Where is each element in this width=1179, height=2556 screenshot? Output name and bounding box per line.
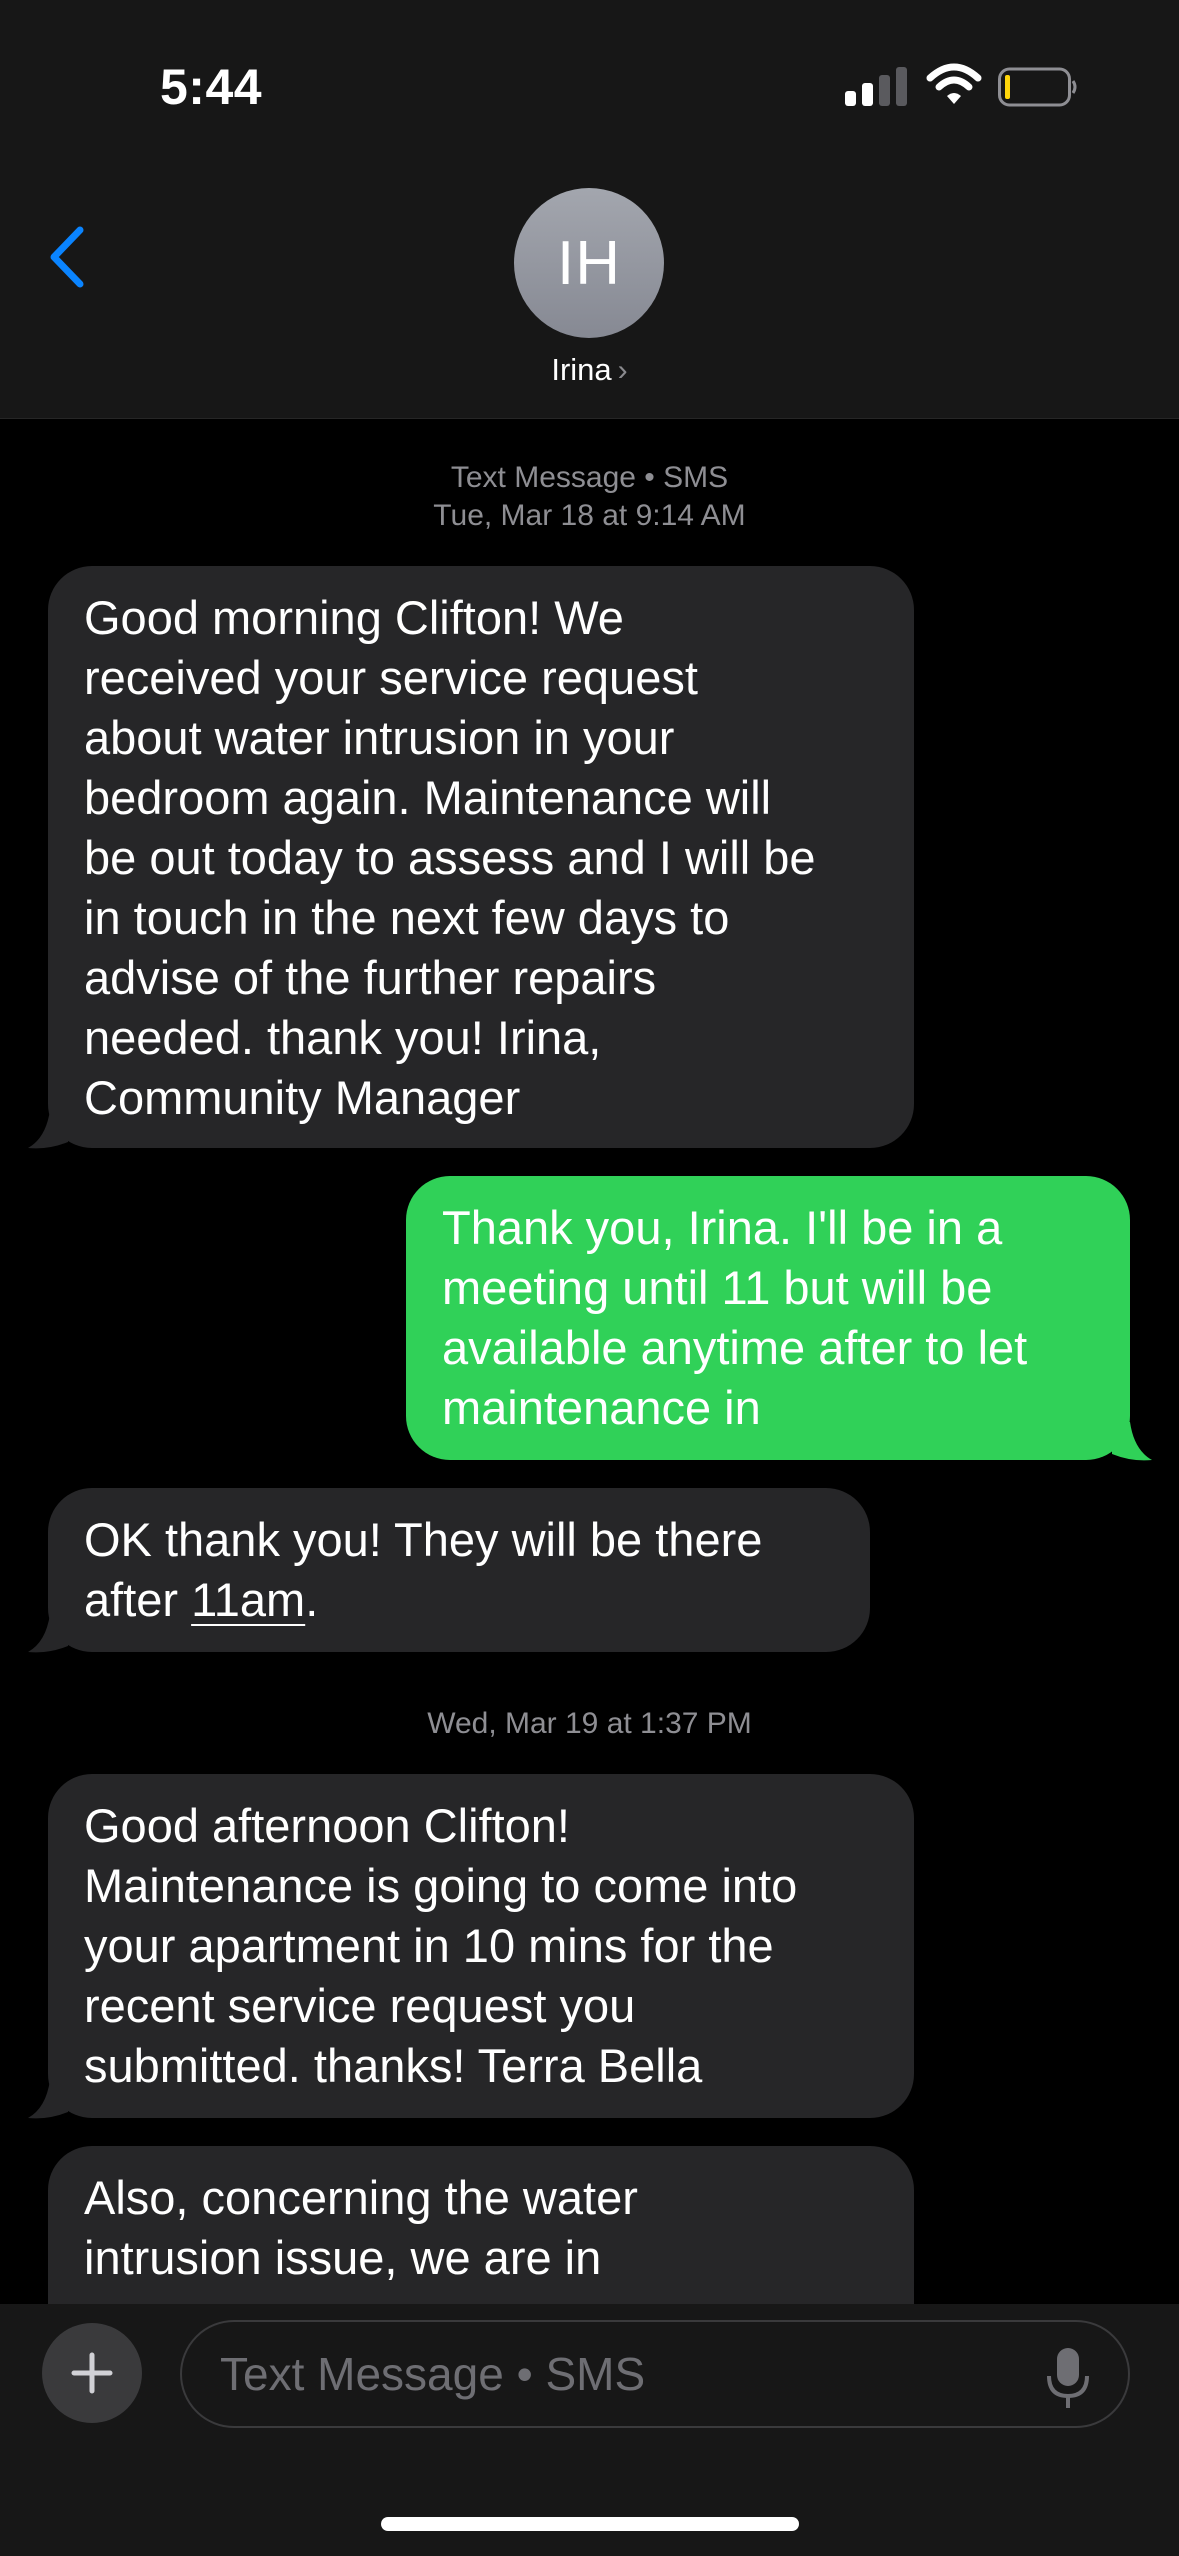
status-bar-time: 5:44 [160,59,263,115]
back-chevron-icon[interactable] [44,222,94,292]
message-line: maintenance in [442,1381,761,1434]
microphone-icon[interactable] [1043,2346,1093,2412]
message-line: Maintenance is going to come into [84,1859,798,1912]
message-line: bedroom again. Maintenance will [84,771,772,824]
message-line: meeting until 11 but will be [442,1261,993,1314]
message-line: Good afternoon Clifton! [84,1799,570,1852]
timestamp-1: Tue, Mar 18 at 9:14 AM [433,499,746,532]
message-line: Good morning Clifton! We [84,591,624,644]
incoming-message-bubble[interactable]: Good afternoon Clifton! Maintenance is g… [48,1774,914,2118]
message-line: received your service request [84,651,698,704]
message-line: Also, concerning the water [84,2171,638,2224]
message-text: . [305,1573,319,1626]
plus-icon [71,2352,113,2394]
message-line: in touch in the next few days to [84,891,730,944]
incoming-message-bubble[interactable]: Good morning Clifton! We received your s… [48,566,914,1148]
cellular-signal-icon [845,66,907,106]
message-line: available anytime after to let [442,1321,1028,1374]
message-line: after 11am. [84,1570,834,1630]
message-line: your apartment in 10 mins for the [84,1919,774,1972]
message-line: OK thank you! They will be there [84,1513,763,1566]
battery-low-icon [998,67,1077,107]
message-line: Thank you, Irina. I'll be in a [442,1201,1003,1254]
message-line: Community Manager [84,1071,521,1124]
incoming-message-bubble[interactable]: OK thank you! They will be there after 1… [48,1488,870,1652]
add-attachment-button[interactable] [42,2323,142,2423]
message-text: after [84,1573,192,1626]
home-indicator[interactable] [381,2517,799,2531]
outgoing-message-bubble[interactable]: Thank you, Irina. I'll be in a meeting u… [406,1176,1130,1460]
contact-name-label: Irina [551,352,612,387]
wifi-icon [926,63,982,104]
time-link[interactable]: 11am [191,1573,305,1626]
bubble-tail [28,1614,68,1653]
message-input-placeholder: Text Message • SMS [220,2348,646,2400]
message-line: recent service request you [84,1979,636,2032]
chevron-right-icon: › [617,354,628,387]
message-line: be out today to assess and I will be [84,831,816,884]
timestamp-2: Wed, Mar 19 at 1:37 PM [427,1707,752,1740]
avatar-initials: IH [557,228,621,298]
bubble-tail [28,2080,68,2119]
bubble-tail [28,1110,68,1149]
message-line: needed. thank you! Irina, [84,1011,602,1064]
message-line: submitted. thanks! Terra Bella [84,2039,703,2092]
contact-name-button[interactable]: Irina › [0,352,1179,388]
bubble-tail [1112,1422,1152,1461]
contact-avatar[interactable]: IH [514,188,664,338]
message-line: advise of the further repairs [84,951,657,1004]
message-line: intrusion issue, we are in [84,2231,602,2284]
message-line: about water intrusion in your [84,711,675,764]
service-label: Text Message • SMS [450,461,729,494]
